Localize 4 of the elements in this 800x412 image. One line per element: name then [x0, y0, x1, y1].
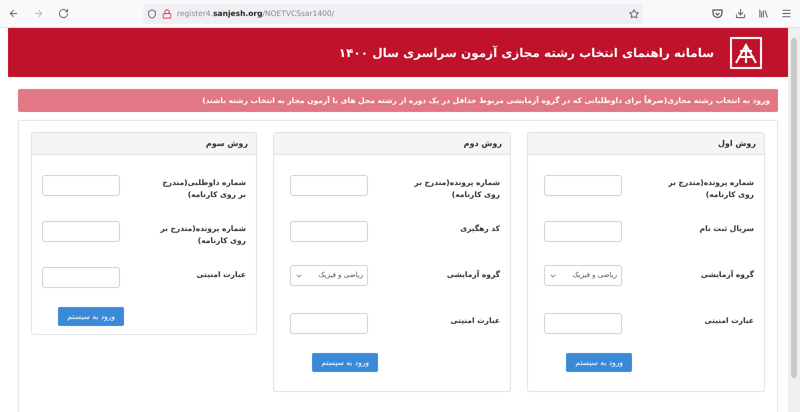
panel-title: روش اول: [718, 138, 756, 150]
panel-title: روش دوم: [464, 138, 502, 150]
site-title: سامانه راهنمای انتخاب رشته مجازی آزمون سراسری سال ۱۴۰۰: [338, 44, 714, 62]
panel-title: روش سوم: [206, 138, 248, 150]
